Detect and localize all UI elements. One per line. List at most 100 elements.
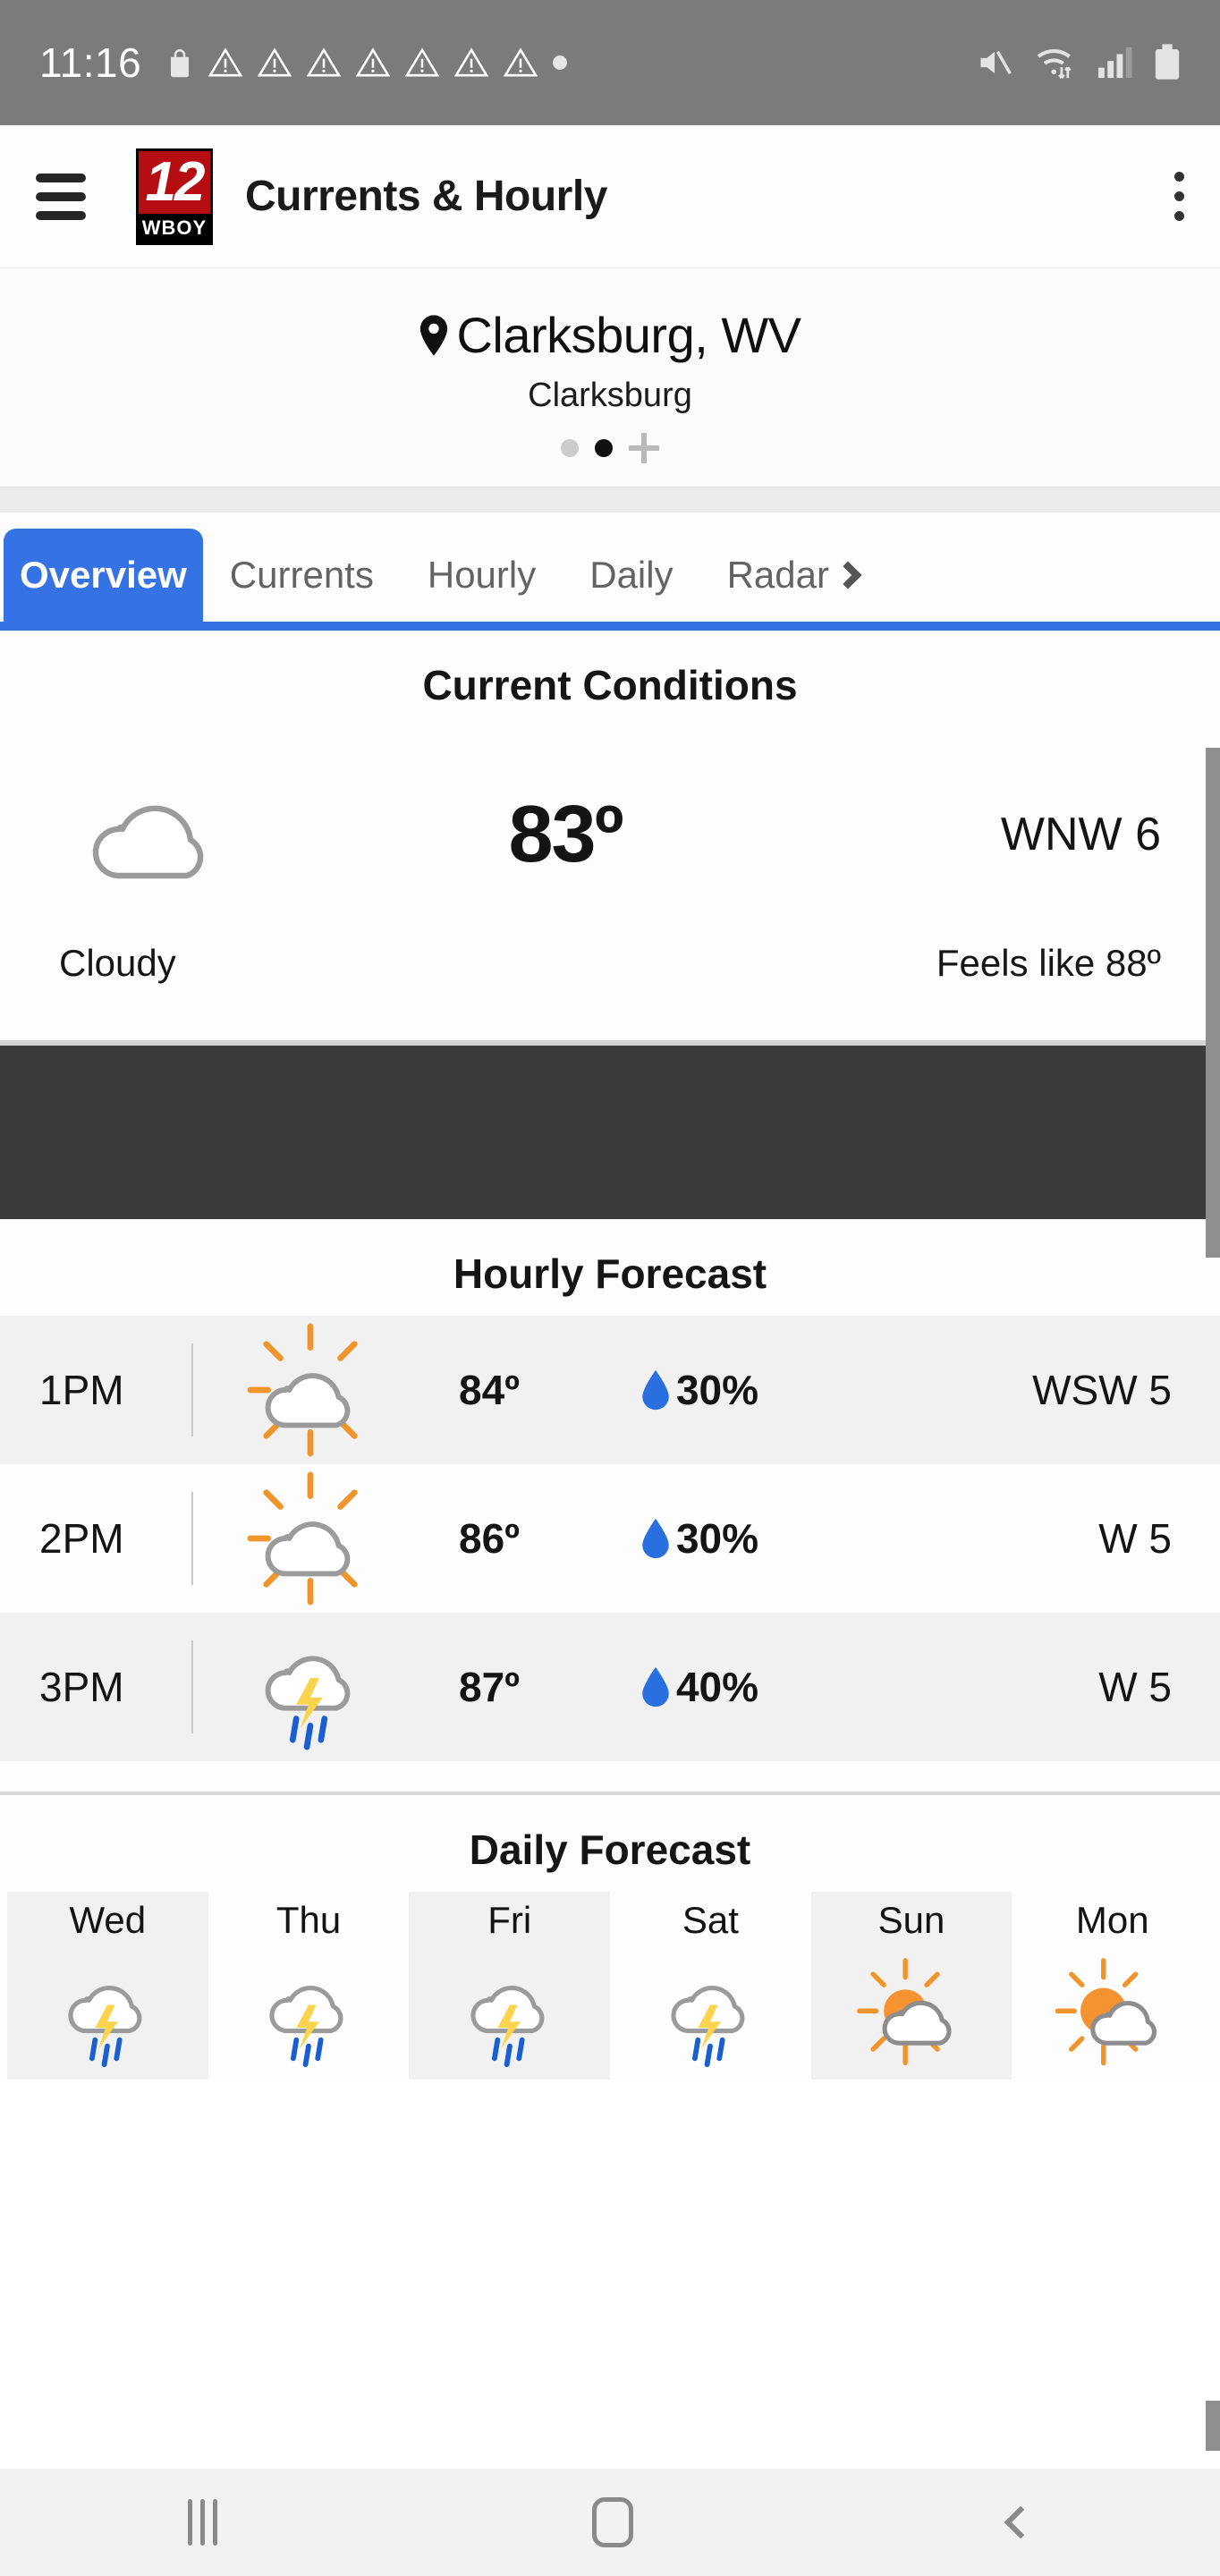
location-name: Clarksburg, WV	[456, 307, 801, 363]
hour-precip-value: 30%	[675, 1367, 759, 1413]
spacer	[0, 1761, 1220, 1792]
logo-callsign: WBOY	[139, 213, 210, 242]
daily-day-column[interactable]: Wed	[7, 1892, 208, 2080]
hourly-row[interactable]: 1PM 84º 30% WSW 5	[0, 1316, 1220, 1464]
current-condition-text: Cloudy	[59, 942, 176, 984]
day-icon-wrap	[610, 1954, 811, 2071]
day-label: Thu	[275, 1899, 342, 1941]
pager-dot-active[interactable]	[595, 439, 613, 457]
hour-temp: 86º	[459, 1515, 520, 1562]
recents-icon[interactable]	[187, 2499, 217, 2546]
thunderstorm-icon	[269, 1986, 343, 2068]
thunderstorm-icon	[470, 1986, 545, 2068]
current-conditions-footer: Cloudy Feels like 88º	[0, 942, 1220, 1040]
row-divider	[191, 1492, 193, 1585]
cloudy-icon	[92, 805, 204, 879]
row-divider	[191, 1640, 193, 1733]
hourly-forecast-card: Hourly Forecast 1PM 84º 30% WSW 5 2PM 86…	[0, 1219, 1220, 1761]
daily-forecast-title: Daily Forecast	[469, 1826, 751, 1873]
current-weather-icon-wrap	[59, 772, 265, 897]
daily-forecast-card: Daily Forecast Wed Thu Fri Sat Sun Mon	[0, 1795, 1220, 2080]
daily-day-column[interactable]: Mon	[1012, 1892, 1213, 2080]
tab-overview[interactable]: Overview	[4, 529, 203, 622]
app-screen: 11:16 12 WBOY Currents & Hourly Clarksbu…	[0, 0, 1220, 2576]
day-label: Sun	[877, 1899, 945, 1941]
hamburger-menu-icon[interactable]	[36, 173, 86, 220]
partly-sunny-icon	[857, 1958, 952, 2066]
current-conditions-title: Current Conditions	[422, 662, 798, 708]
shopping-bag-icon	[171, 49, 190, 78]
hour-icon-wrap	[225, 1323, 395, 1457]
daily-day-column[interactable]: Sat	[610, 1892, 811, 2080]
day-icon-wrap	[7, 1954, 208, 2071]
daily-day-column[interactable]: Thu	[208, 1892, 410, 2080]
tab-bar: Overview Currents Hourly Daily Radar	[0, 513, 1220, 631]
current-temperature: 83º	[508, 789, 624, 879]
hour-temp: 87º	[459, 1664, 520, 1710]
hour-temp: 84º	[459, 1367, 520, 1413]
pager-dot[interactable]	[561, 439, 579, 457]
chevron-right-icon[interactable]	[834, 561, 862, 589]
day-icon-wrap	[208, 1954, 410, 2071]
warning-triangle-icon	[307, 47, 342, 77]
hour-time: 2PM	[39, 1515, 124, 1562]
hourly-forecast-title: Hourly Forecast	[453, 1250, 767, 1297]
cellular-signal-icon	[1098, 47, 1132, 79]
hourly-row[interactable]: 3PM 87º 40% W 5	[0, 1613, 1220, 1761]
battery-icon	[1155, 44, 1180, 80]
daily-day-column[interactable]: Fri	[409, 1892, 611, 2080]
status-system-icons	[975, 44, 1181, 81]
location-pin-icon	[420, 314, 448, 356]
day-icon-wrap	[409, 1954, 610, 2071]
tab-list: Overview Currents Hourly Daily Radar	[0, 513, 1220, 622]
warning-triangle-icon	[454, 47, 489, 77]
app-bar: 12 WBOY Currents & Hourly	[0, 125, 1220, 268]
tab-label: Daily	[589, 554, 674, 596]
thunderstorm-icon	[671, 1986, 745, 2068]
row-divider	[191, 1343, 193, 1436]
wifi-icon	[1037, 49, 1072, 80]
scrollbar-thumb-bottom[interactable]	[1206, 2401, 1220, 2451]
scrollbar-thumb[interactable]	[1206, 748, 1220, 1258]
ad-banner[interactable]	[0, 1040, 1220, 1219]
partly-sunny-icon	[247, 1471, 358, 1606]
hourly-row[interactable]: 2PM 86º 30% W 5	[0, 1464, 1220, 1613]
dot-indicator-icon	[553, 55, 568, 70]
hour-wind: W 5	[1098, 1664, 1172, 1710]
add-location-icon[interactable]	[629, 433, 659, 463]
overflow-menu-icon[interactable]	[1174, 172, 1184, 221]
warning-triangle-icon	[258, 47, 292, 77]
hour-icon-wrap	[225, 1471, 395, 1606]
tab-daily[interactable]: Daily	[563, 529, 699, 622]
day-label: Mon	[1075, 1899, 1149, 1941]
warning-triangle-icon	[504, 47, 538, 77]
thunderstorm-icon	[265, 1656, 351, 1750]
water-drop-icon	[642, 1666, 669, 1707]
tab-underline	[0, 622, 1220, 631]
location-subtitle: Clarksburg	[528, 377, 692, 414]
hour-precip: 30%	[583, 1514, 816, 1563]
status-bar: 11:16	[0, 0, 1220, 125]
tab-label: Radar	[726, 554, 829, 596]
page-title: Currents & Hourly	[245, 173, 607, 220]
daily-strip: Wed Thu Fri Sat Sun Mon	[0, 1892, 1220, 2080]
home-icon[interactable]	[592, 2497, 634, 2547]
back-icon[interactable]	[1004, 2505, 1038, 2539]
tab-label: Overview	[20, 554, 187, 596]
hour-precip-value: 40%	[675, 1664, 759, 1710]
partly-sunny-icon	[1055, 1958, 1156, 2066]
daily-day-column[interactable]: Sun	[810, 1892, 1012, 2080]
tab-hourly[interactable]: Hourly	[401, 529, 563, 622]
location-title: Clarksburg, WV	[0, 306, 1220, 364]
status-time: 11:16	[39, 39, 142, 86]
tab-currents[interactable]: Currents	[203, 529, 401, 622]
location-pager	[0, 433, 1220, 463]
hour-time: 3PM	[39, 1664, 124, 1710]
tab-label: Currents	[229, 554, 374, 596]
tab-radar[interactable]: Radar	[700, 529, 870, 622]
logo-channel-number: 12	[139, 150, 210, 214]
scrollbar-track[interactable]	[1206, 748, 1220, 1258]
location-card[interactable]: Clarksburg, WV Clarksburg	[0, 268, 1220, 487]
hour-time: 1PM	[39, 1367, 124, 1413]
hour-precip: 30%	[583, 1366, 816, 1414]
